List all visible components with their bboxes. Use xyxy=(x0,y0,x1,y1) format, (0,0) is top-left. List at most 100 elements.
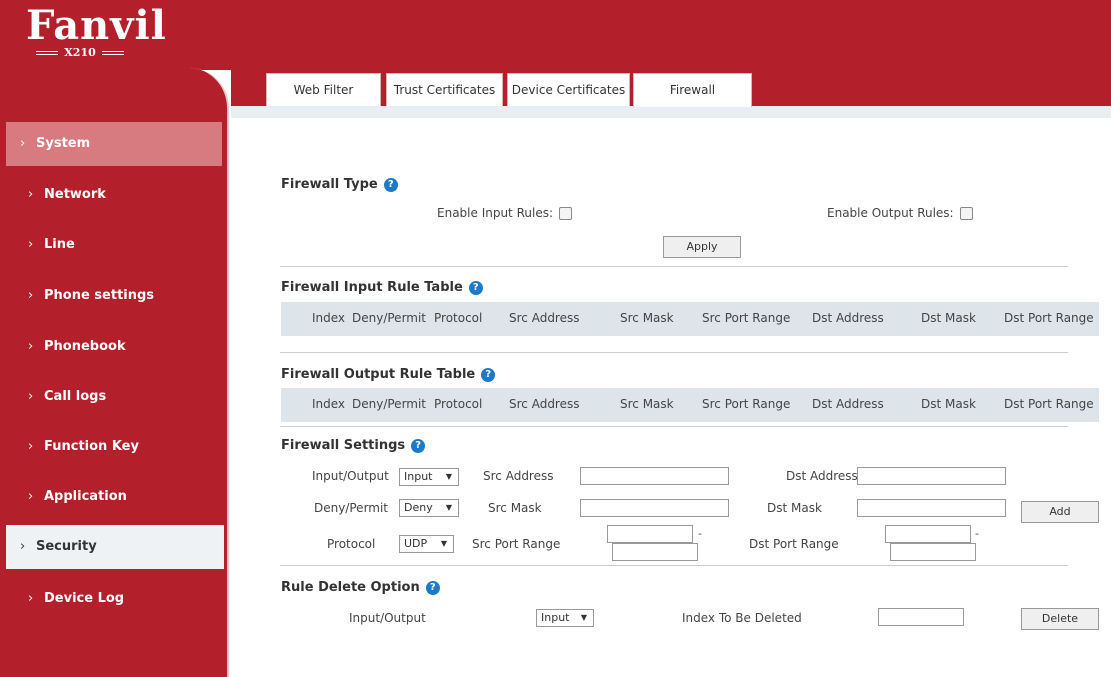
dropdown-arrow-icon: ▼ xyxy=(440,539,447,548)
content-top-band xyxy=(231,106,1111,118)
sidebar-item-function-key[interactable]: › Function Key xyxy=(14,425,220,469)
fanvil-logo: Fanvil xyxy=(26,2,167,49)
column-header: Src Mask xyxy=(620,311,674,325)
firewall-type-title-text: Firewall Type xyxy=(281,177,378,192)
column-header: Src Address xyxy=(509,397,580,411)
dst-address-input[interactable] xyxy=(857,467,1006,485)
column-header: Deny/Permit xyxy=(352,397,427,411)
dst-mask-input[interactable] xyxy=(857,499,1006,517)
help-icon[interactable]: ? xyxy=(383,177,398,192)
firewall-type-title: Firewall Type? xyxy=(281,177,398,192)
sidebar-item-phonebook[interactable]: › Phonebook xyxy=(14,325,220,369)
output-rule-table-title: Firewall Output Rule Table? xyxy=(281,367,496,382)
column-header: Index xyxy=(312,311,346,325)
add-button[interactable]: Add xyxy=(1021,501,1099,523)
sidebar-item-phone-settings[interactable]: › Phone settings xyxy=(14,274,220,318)
range-dash: - xyxy=(975,527,979,540)
column-header: Protocol xyxy=(434,311,483,325)
protocol-select[interactable]: UDP ▼ xyxy=(399,535,454,553)
chevron-right-icon: › xyxy=(28,237,34,252)
sidebar-item-label: Security xyxy=(36,539,97,554)
src-mask-input[interactable] xyxy=(580,499,729,517)
src-address-input[interactable] xyxy=(580,467,729,485)
enable-output-rules-checkbox[interactable] xyxy=(959,207,973,220)
apply-button[interactable]: Apply xyxy=(663,236,741,258)
column-header: Dst Port Range xyxy=(1004,311,1094,325)
sidebar-item-label: System xyxy=(36,136,91,151)
dropdown-arrow-icon: ▼ xyxy=(580,613,587,622)
dst-port-end-input[interactable] xyxy=(890,543,976,561)
sidebar-item-label: Application xyxy=(44,489,127,504)
input-rule-table-title: Firewall Input Rule Table? xyxy=(281,280,483,295)
delete-button[interactable]: Delete xyxy=(1021,608,1099,630)
dst-port-range-label: Dst Port Range xyxy=(749,537,839,551)
dropdown-arrow-icon: ▼ xyxy=(445,472,452,481)
protocol-label: Protocol xyxy=(327,537,376,551)
column-header: Src Port Range xyxy=(702,397,791,411)
column-header: Dst Mask xyxy=(921,397,976,411)
enable-input-rules-checkbox[interactable] xyxy=(559,207,572,220)
deny-permit-label: Deny/Permit xyxy=(314,501,389,515)
sidebar-item-label: Network xyxy=(44,187,106,202)
help-icon[interactable]: ? xyxy=(411,438,426,453)
enable-input-rules-label: Enable Input Rules: xyxy=(437,206,553,220)
sidebar-item-line[interactable]: › Line xyxy=(14,223,220,267)
divider xyxy=(280,352,1068,353)
sidebar-item-label: Device Log xyxy=(44,591,125,606)
input-output-label: Input/Output xyxy=(312,469,389,483)
index-to-delete-label: Index To Be Deleted xyxy=(682,611,802,625)
column-header: Dst Address xyxy=(812,311,884,325)
column-header: Src Port Range xyxy=(702,311,791,325)
tab-device-certificates[interactable]: Device Certificates xyxy=(507,73,630,106)
column-header: Protocol xyxy=(434,397,483,411)
divider xyxy=(280,426,1068,427)
chevron-right-icon: › xyxy=(28,489,34,504)
index-to-delete-input[interactable] xyxy=(878,608,964,626)
chevron-right-icon: › xyxy=(28,187,34,202)
column-header: Dst Address xyxy=(812,397,884,411)
column-header: Deny/Permit xyxy=(352,311,427,325)
sidebar-item-network[interactable]: › Network xyxy=(14,173,220,217)
sidebar-item-label: Phone settings xyxy=(44,288,155,303)
sidebar-item-label: Phonebook xyxy=(44,339,126,354)
tab-web-filter[interactable]: Web Filter xyxy=(266,73,381,106)
column-header: Index xyxy=(312,397,346,411)
help-icon[interactable]: ? xyxy=(468,280,483,295)
sidebar-item-application[interactable]: › Application xyxy=(14,475,220,519)
help-icon[interactable]: ? xyxy=(425,580,440,595)
src-port-end-input[interactable] xyxy=(612,543,698,561)
divider xyxy=(280,565,1068,566)
input-rule-table-header: Index Deny/Permit Protocol Src Address S… xyxy=(281,302,1099,336)
dst-address-label: Dst Address xyxy=(786,469,858,483)
deny-permit-select[interactable]: Deny ▼ xyxy=(399,499,459,517)
select-value: Input xyxy=(404,470,433,483)
chevron-right-icon: › xyxy=(28,389,34,404)
src-port-start-input[interactable] xyxy=(607,525,693,543)
sidebar-item-call-logs[interactable]: › Call logs xyxy=(14,375,220,419)
sidebar-item-security[interactable]: › Security xyxy=(6,525,224,569)
tab-trust-certificates[interactable]: Trust Certificates xyxy=(386,73,503,106)
tab-firewall[interactable]: Firewall xyxy=(633,73,752,107)
sidebar-item-device-log[interactable]: › Device Log xyxy=(14,577,220,621)
divider xyxy=(280,266,1068,267)
column-header: Dst Mask xyxy=(921,311,976,325)
chevron-right-icon: › xyxy=(20,136,26,151)
chevron-right-icon: › xyxy=(28,591,34,606)
model-label: X210 xyxy=(30,46,130,59)
src-address-label: Src Address xyxy=(483,469,554,483)
sidebar-item-system[interactable]: › System xyxy=(6,122,222,166)
help-icon[interactable]: ? xyxy=(481,367,496,382)
firewall-settings-title: Firewall Settings? xyxy=(281,438,426,453)
rule-delete-title-text: Rule Delete Option xyxy=(281,580,420,595)
input-rule-table-title-text: Firewall Input Rule Table xyxy=(281,280,463,295)
delete-input-output-select[interactable]: Input ▼ xyxy=(536,609,594,627)
dst-port-start-input[interactable] xyxy=(885,525,971,543)
select-value: Deny xyxy=(404,501,433,514)
input-output-select[interactable]: Input ▼ xyxy=(399,468,459,486)
range-dash: - xyxy=(698,527,702,540)
sidebar-item-label: Call logs xyxy=(44,389,107,404)
delete-input-output-label: Input/Output xyxy=(349,611,426,625)
chevron-right-icon: › xyxy=(20,539,26,554)
enable-output-rules: Enable Output Rules: xyxy=(827,206,973,220)
sidebar-item-label: Function Key xyxy=(44,439,139,454)
